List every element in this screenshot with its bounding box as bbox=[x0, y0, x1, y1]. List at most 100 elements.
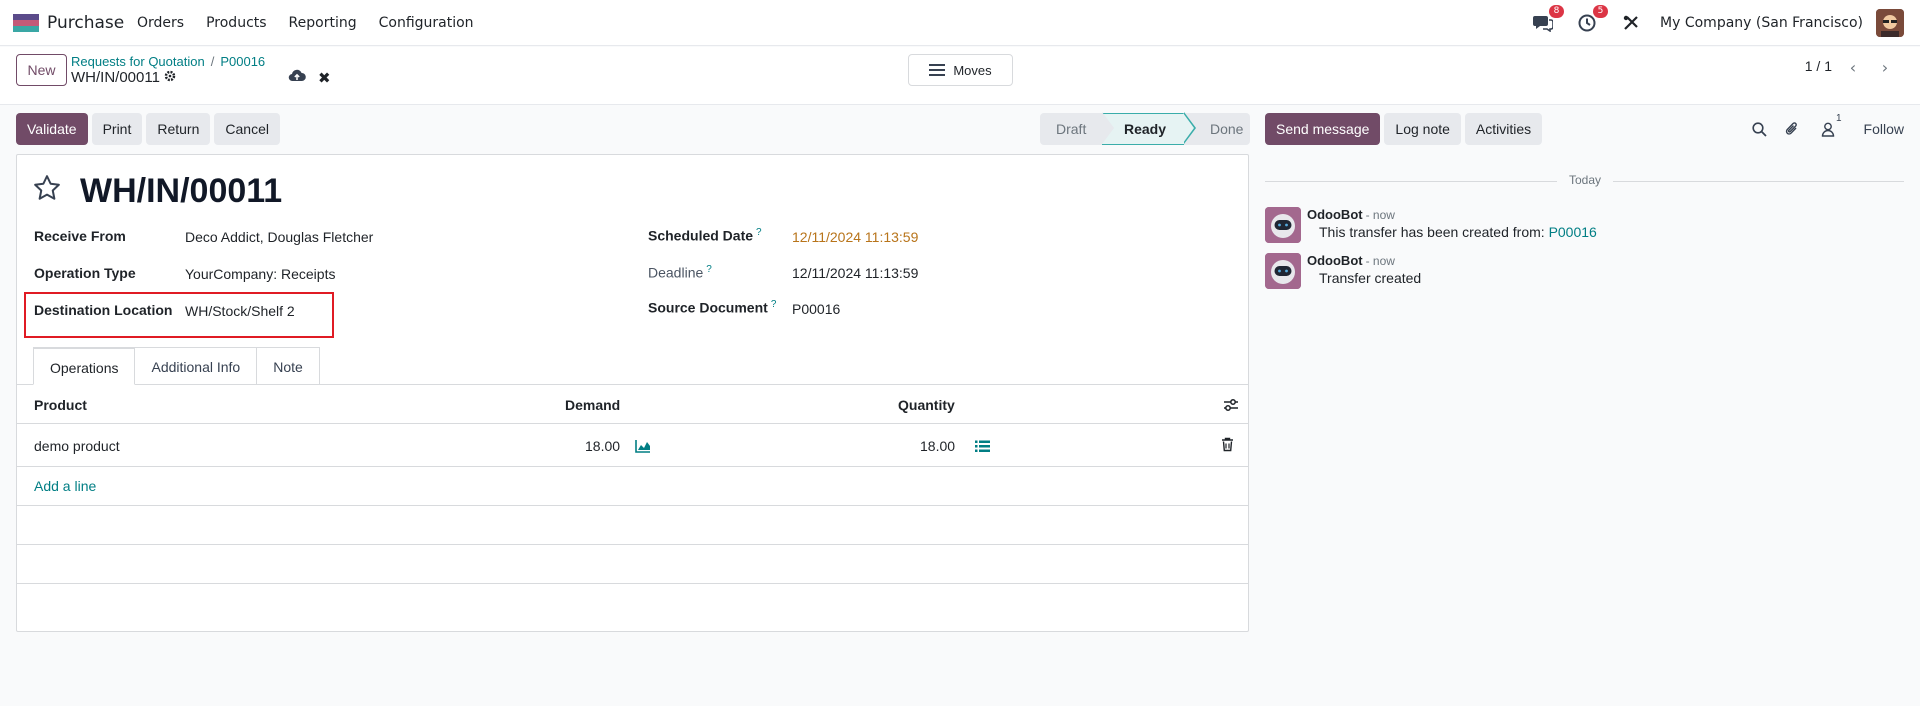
pager-value[interactable]: 1 / 1 bbox=[1805, 58, 1832, 74]
source-document-field[interactable]: P00016 bbox=[792, 301, 840, 317]
column-product[interactable]: Product bbox=[34, 397, 87, 413]
log-note-button[interactable]: Log note bbox=[1384, 113, 1461, 145]
destination-location-label: Destination Location bbox=[34, 302, 173, 318]
tab-note[interactable]: Note bbox=[257, 347, 320, 385]
row-demand: 18.00 bbox=[585, 438, 621, 454]
receive-from-field[interactable]: Deco Addict, Douglas Fletcher bbox=[185, 229, 373, 245]
status-draft[interactable]: Draft bbox=[1040, 113, 1102, 145]
validate-button[interactable]: Validate bbox=[16, 113, 88, 145]
top-navbar: Purchase Orders Products Reporting Confi… bbox=[0, 0, 1920, 46]
chatter-message: OdooBot - now Transfer created bbox=[1265, 253, 1905, 293]
breadcrumb-rfq[interactable]: Requests for Quotation bbox=[71, 54, 205, 69]
status-arrow bbox=[1102, 112, 1114, 144]
form-sheet: WH/IN/00011 Receive From Deco Addict, Do… bbox=[16, 154, 1249, 632]
messages-badge: 8 bbox=[1549, 5, 1565, 18]
moves-label: Moves bbox=[953, 62, 992, 78]
deadline-label: Deadline? bbox=[648, 264, 712, 281]
return-button[interactable]: Return bbox=[146, 113, 211, 145]
table-add-line-row: Add a line bbox=[17, 468, 1248, 506]
pager-previous-icon[interactable]: ‹ bbox=[1840, 55, 1866, 79]
menu-configuration[interactable]: Configuration bbox=[379, 15, 474, 31]
table-empty-row bbox=[17, 507, 1248, 545]
column-quantity[interactable]: Quantity bbox=[898, 397, 955, 413]
help-icon[interactable]: ? bbox=[706, 264, 712, 275]
main-menu: Orders Products Reporting Configuration bbox=[137, 15, 496, 31]
delete-trash-icon[interactable] bbox=[1221, 437, 1234, 456]
deadline-field[interactable]: 12/11/2024 11:13:59 bbox=[792, 265, 918, 281]
list-icon bbox=[929, 64, 946, 76]
current-record: WH/IN/00011 bbox=[71, 69, 176, 86]
message-po-link[interactable]: P00016 bbox=[1549, 224, 1597, 240]
table-row[interactable]: demo product 18.00 18.00 bbox=[17, 425, 1248, 467]
save-cloud-icon[interactable] bbox=[288, 68, 306, 86]
menu-reporting[interactable]: Reporting bbox=[289, 15, 357, 31]
user-avatar[interactable] bbox=[1876, 9, 1904, 37]
activities-clock-icon[interactable]: 5 bbox=[1576, 5, 1609, 34]
tab-operations[interactable]: Operations bbox=[33, 347, 136, 385]
navbar-systray: 8 5 My Company (San Francisco) bbox=[1510, 5, 1904, 38]
breadcrumb-separator: / bbox=[210, 54, 215, 69]
date-separator: Today bbox=[1265, 173, 1904, 189]
odoobot-avatar[interactable] bbox=[1265, 253, 1301, 289]
table-header: Product Demand Quantity bbox=[17, 386, 1248, 424]
help-icon[interactable]: ? bbox=[771, 299, 777, 310]
date-separator-label: Today bbox=[1568, 173, 1602, 187]
column-settings-icon[interactable] bbox=[1223, 398, 1239, 416]
followers-count: 1 bbox=[1835, 113, 1842, 124]
scheduled-date-label: Scheduled Date? bbox=[648, 227, 762, 244]
odoobot-avatar[interactable] bbox=[1265, 207, 1301, 243]
help-icon[interactable]: ? bbox=[756, 227, 762, 238]
column-demand[interactable]: Demand bbox=[565, 397, 620, 413]
operation-type-label: Operation Type bbox=[34, 265, 136, 281]
pager-next-icon[interactable]: › bbox=[1872, 55, 1898, 79]
record-title: WH/IN/00011 bbox=[80, 172, 283, 210]
app-name[interactable]: Purchase bbox=[47, 13, 124, 33]
breadcrumb-po[interactable]: P00016 bbox=[220, 54, 265, 69]
add-a-line-link[interactable]: Add a line bbox=[34, 478, 96, 494]
follow-button[interactable]: Follow bbox=[1864, 121, 1904, 137]
destination-location-field[interactable]: WH/Stock/Shelf 2 bbox=[185, 303, 295, 319]
activities-button[interactable]: Activities bbox=[1464, 113, 1543, 145]
star-icon[interactable] bbox=[32, 173, 62, 203]
paperclip-icon[interactable] bbox=[1782, 119, 1802, 139]
status-bar: Draft Ready Done bbox=[1040, 112, 1250, 145]
chatter-message: OdooBot - now This transfer has been crea… bbox=[1265, 207, 1905, 247]
activities-badge: 5 bbox=[1593, 5, 1609, 18]
purchase-app-icon[interactable] bbox=[13, 14, 39, 32]
message-time: - now bbox=[1365, 208, 1395, 222]
tools-icon[interactable] bbox=[1620, 12, 1642, 34]
operation-type-field[interactable]: YourCompany: Receipts bbox=[185, 266, 335, 282]
send-message-button[interactable]: Send message bbox=[1265, 113, 1381, 145]
status-ready[interactable]: Ready bbox=[1102, 113, 1184, 145]
separator-line bbox=[1265, 181, 1557, 182]
form-action-buttons: Validate Print Return Cancel bbox=[16, 113, 280, 145]
new-button[interactable]: New bbox=[16, 54, 67, 86]
moves-button[interactable]: Moves bbox=[908, 54, 1013, 86]
followers-icon[interactable]: 1 bbox=[1814, 113, 1842, 139]
tab-additional-info[interactable]: Additional Info bbox=[135, 347, 258, 385]
breadcrumb: Requests for Quotation / P00016 bbox=[71, 54, 265, 69]
detailed-operations-icon[interactable] bbox=[975, 440, 990, 457]
search-icon[interactable] bbox=[1750, 119, 1770, 139]
menu-products[interactable]: Products bbox=[206, 15, 266, 31]
messages-icon[interactable]: 8 bbox=[1532, 5, 1565, 34]
separator-line bbox=[1613, 181, 1904, 182]
discard-close-icon[interactable]: ✖ bbox=[318, 69, 331, 87]
record-name: WH/IN/00011 bbox=[71, 69, 160, 86]
gear-icon[interactable] bbox=[164, 70, 176, 85]
row-quantity[interactable]: 18.00 bbox=[920, 438, 955, 454]
message-time: - now bbox=[1365, 254, 1395, 268]
status-arrow bbox=[1183, 113, 1194, 143]
menu-orders[interactable]: Orders bbox=[137, 15, 184, 31]
message-author: OdooBot - now bbox=[1307, 207, 1395, 222]
forecast-chart-icon[interactable] bbox=[635, 439, 651, 457]
chatter-actions: Send message Log note Activities bbox=[1265, 113, 1543, 145]
notebook-tabs: Operations Additional Info Note bbox=[33, 347, 320, 385]
cancel-button[interactable]: Cancel bbox=[214, 113, 280, 145]
receive-from-label: Receive From bbox=[34, 228, 126, 244]
print-button[interactable]: Print bbox=[91, 113, 143, 145]
company-switcher[interactable]: My Company (San Francisco) bbox=[1660, 15, 1863, 31]
chatter-tools: 1 Follow bbox=[1738, 113, 1904, 145]
scheduled-date-field[interactable]: 12/11/2024 11:13:59 bbox=[792, 229, 918, 245]
row-product[interactable]: demo product bbox=[34, 438, 120, 454]
